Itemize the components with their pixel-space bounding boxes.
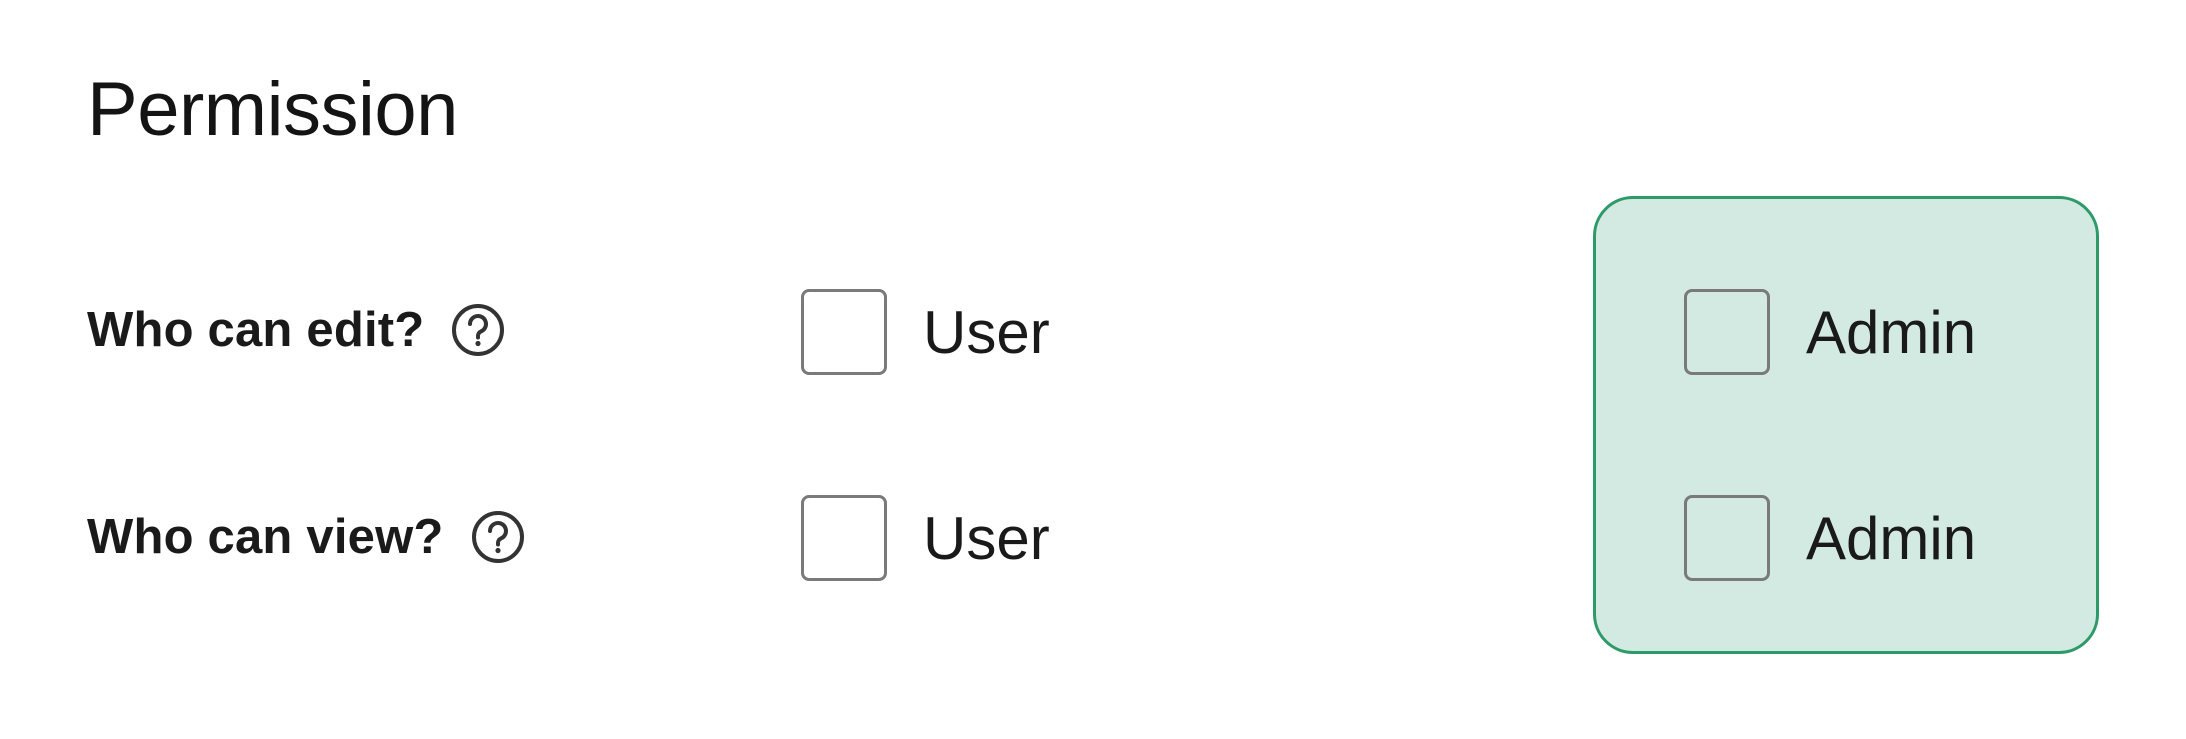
edit-user-checkbox[interactable]: [801, 289, 887, 375]
edit-user-label: User: [923, 298, 1050, 366]
edit-admin-label: Admin: [1806, 298, 1977, 366]
view-user-checkbox[interactable]: [801, 495, 887, 581]
edit-user-option[interactable]: User: [801, 287, 1050, 377]
view-admin-checkbox[interactable]: [1684, 495, 1770, 581]
edit-admin-checkbox[interactable]: [1684, 289, 1770, 375]
admin-column-highlight: [1593, 196, 2099, 654]
view-admin-label: Admin: [1806, 504, 1977, 572]
edit-row-label: Who can edit?: [87, 295, 506, 365]
section-title: Permission: [87, 67, 458, 152]
help-icon[interactable]: [470, 509, 526, 565]
help-icon[interactable]: [450, 302, 506, 358]
view-admin-option[interactable]: Admin: [1684, 493, 1976, 583]
view-row-label: Who can view?: [87, 502, 526, 572]
view-user-option[interactable]: User: [801, 493, 1050, 583]
edit-admin-option[interactable]: Admin: [1684, 287, 1976, 377]
permission-panel: Permission Who can edit? User Admin Who …: [0, 0, 2186, 739]
edit-row-label-text: Who can edit?: [87, 303, 425, 357]
view-user-label: User: [923, 504, 1050, 572]
view-row-label-text: Who can view?: [87, 510, 444, 564]
